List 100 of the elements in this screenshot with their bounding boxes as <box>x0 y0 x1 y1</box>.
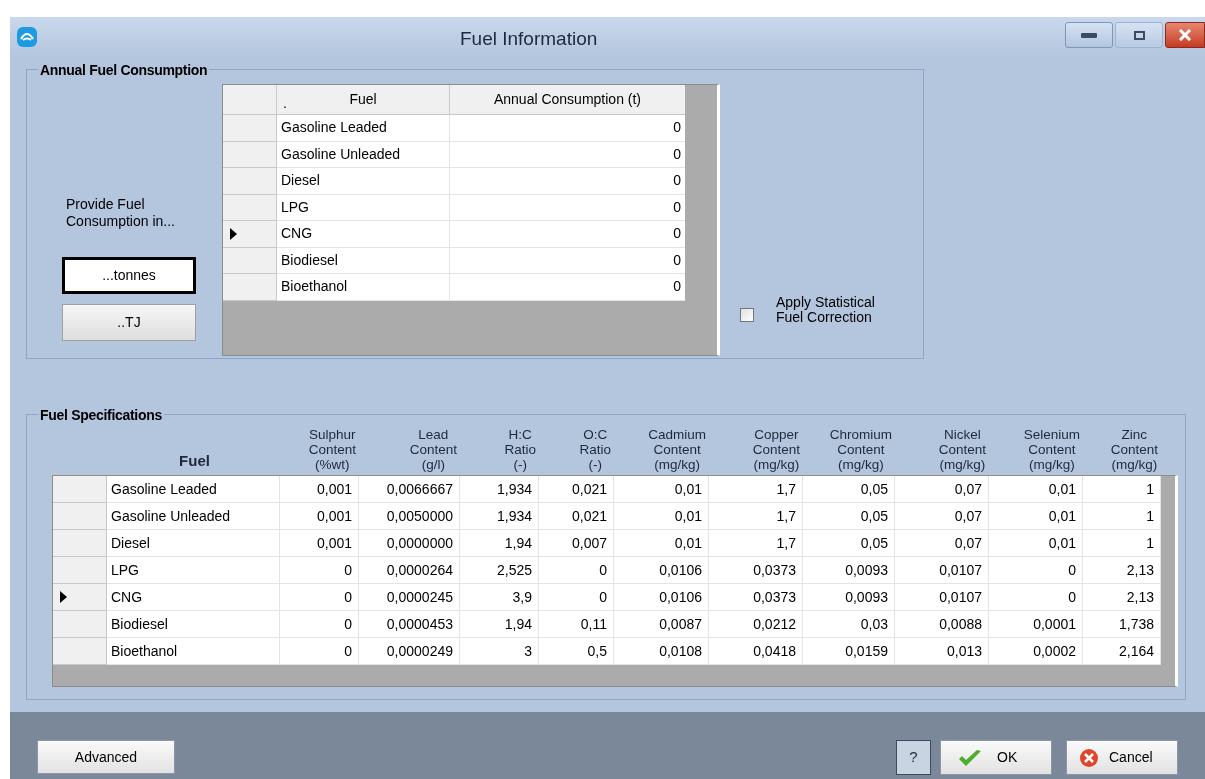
table-cell: 0,0107 <box>895 557 989 584</box>
table-cell: Diesel <box>107 530 280 557</box>
current-row-icon <box>60 591 67 603</box>
unit-button[interactable]: ..TJ <box>62 304 196 341</box>
table-cell: 0,0373 <box>709 584 803 611</box>
row-header[interactable] <box>53 584 107 611</box>
table-cell: Bioethanol <box>107 638 280 665</box>
table-cell: 0 <box>450 168 685 195</box>
column-header[interactable]: Fuel . <box>277 85 450 115</box>
table-cell: 0,05 <box>803 476 895 503</box>
table-cell: 0,001 <box>280 530 359 557</box>
table-cell: CNG <box>277 221 450 248</box>
column-header: Nickel Content (mg/kg) <box>938 427 987 472</box>
table-cell: 1,738 <box>1083 611 1161 638</box>
table-cell: 3 <box>460 638 539 665</box>
table-cell: 0,0107 <box>895 584 989 611</box>
table-cell: Bioethanol <box>277 274 450 301</box>
maximize-button[interactable] <box>1115 22 1163 48</box>
column-header: Copper Content (mg/kg) <box>752 427 801 472</box>
table-cell: CNG <box>107 584 280 611</box>
table-cell: 0 <box>989 584 1083 611</box>
table-cell: 0,11 <box>539 611 614 638</box>
table-cell: 0 <box>450 194 685 221</box>
row-header[interactable] <box>223 221 277 248</box>
column-header[interactable]: Annual Consumption (t) <box>450 85 685 115</box>
column-header: Cadmium Content (mg/kg) <box>648 427 707 472</box>
table-cell: 0 <box>280 611 359 638</box>
table-cell: 0 <box>280 584 359 611</box>
table-cell: 2,164 <box>1083 638 1161 665</box>
table-cell: 0 <box>280 557 359 584</box>
table-cell: 0,01 <box>989 530 1083 557</box>
table-cell: 0,0000245 <box>359 584 460 611</box>
table-cell: 0,0106 <box>614 584 709 611</box>
table-cell: 0,07 <box>895 503 989 530</box>
header-cell <box>223 85 277 115</box>
table-cell: 3,9 <box>460 584 539 611</box>
column-header: H:C Ratio (-) <box>504 427 537 472</box>
app-logo-icon <box>16 26 38 48</box>
table-cell: Biodiesel <box>277 247 450 274</box>
table-cell: 0,0159 <box>803 638 895 665</box>
table-cell: LPG <box>107 557 280 584</box>
sort-mark: . <box>283 94 287 113</box>
table-cell: 1 <box>1083 503 1161 530</box>
table-cell: 2,13 <box>1083 557 1161 584</box>
table-cell: 0,0106 <box>614 557 709 584</box>
table-cell: 1 <box>1083 476 1161 503</box>
ok-button[interactable]: OK <box>940 740 1052 775</box>
cancel-button[interactable]: Cancel <box>1066 740 1178 775</box>
table-cell: 2,13 <box>1083 584 1161 611</box>
current-row-icon <box>230 227 237 240</box>
column-header: Sulphur Content (%wt) <box>308 427 357 472</box>
table-cell: 0,01 <box>614 476 709 503</box>
table-cell: 0,0212 <box>709 611 803 638</box>
table-cell: 0,0088 <box>895 611 989 638</box>
table-cell: 0,021 <box>539 503 614 530</box>
table-cell: 1,934 <box>460 503 539 530</box>
close-button[interactable] <box>1165 22 1205 48</box>
column-header: Zinc Content (mg/kg) <box>1110 427 1159 472</box>
column-header: O:C Ratio (-) <box>579 427 612 472</box>
table-cell: 0,01 <box>614 530 709 557</box>
column-header: Fuel <box>179 450 210 471</box>
table-cell: 0,0000249 <box>359 638 460 665</box>
table-cell: 0 <box>539 584 614 611</box>
table-cell: 0,0087 <box>614 611 709 638</box>
table-cell: 1,7 <box>709 503 803 530</box>
help-button[interactable]: ? <box>896 740 931 775</box>
window-title: Fuel Information <box>460 27 598 51</box>
unit-button[interactable]: ...tonnes <box>62 257 196 294</box>
checkbox-label[interactable]: Apply Statistical Fuel Correction <box>776 295 901 325</box>
table-cell: 0,07 <box>895 476 989 503</box>
table-cell: 0,0002 <box>989 638 1083 665</box>
table-cell: 1,934 <box>460 476 539 503</box>
table-cell: 2,525 <box>460 557 539 584</box>
table-cell: 0 <box>450 247 685 274</box>
prompt-label: Provide Fuel Consumption in... <box>66 196 176 230</box>
table-cell: 0 <box>989 557 1083 584</box>
column-header: Selenium Content (mg/kg) <box>1023 427 1081 472</box>
table-cell: Gasoline Unleaded <box>277 141 450 168</box>
table-cell: 0 <box>280 638 359 665</box>
table-cell: 0 <box>450 115 685 142</box>
checkbox[interactable] <box>740 308 754 322</box>
minimize-button[interactable] <box>1065 22 1113 48</box>
table-cell: 0,0000000 <box>359 530 460 557</box>
table-cell: 0 <box>450 274 685 301</box>
table-cell: 0,001 <box>280 503 359 530</box>
table-cell: 0,5 <box>539 638 614 665</box>
table-cell: Biodiesel <box>107 611 280 638</box>
table-cell: Diesel <box>277 168 450 195</box>
table-cell: 0 <box>450 141 685 168</box>
table-cell: 1,7 <box>709 476 803 503</box>
table-cell: 0,0093 <box>803 584 895 611</box>
table-cell: 0,0050000 <box>359 503 460 530</box>
table-cell: 0,007 <box>539 530 614 557</box>
advanced-button[interactable]: Advanced <box>37 740 175 774</box>
table-cell: 1 <box>1083 530 1161 557</box>
table-cell: 1,7 <box>709 530 803 557</box>
cancel-icon <box>1079 747 1099 768</box>
checkmark-icon <box>957 747 983 768</box>
table-cell: 0 <box>539 557 614 584</box>
table-cell: Gasoline Leaded <box>107 476 280 503</box>
